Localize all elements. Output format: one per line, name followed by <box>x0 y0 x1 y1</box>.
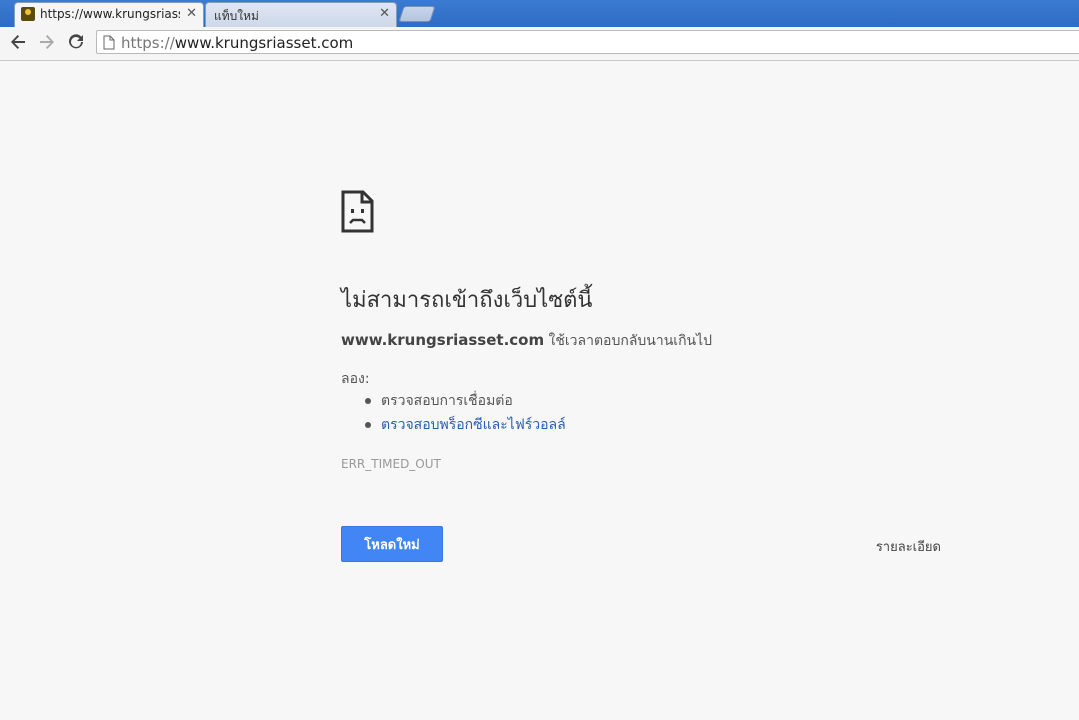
address-bar[interactable]: https://www.krungsriasset.com <box>96 30 1079 54</box>
error-message: ใช้เวลาตอบกลับนานเกินไป <box>544 333 713 349</box>
error-heading: ไม่สามารถเข้าถึงเว็บไซต์นี้ <box>341 288 593 313</box>
suggestion-check-proxy-link[interactable]: ตรวจสอบพร็อกซีและไฟร์วอลล์ <box>361 414 566 438</box>
tab-title: แท็บใหม่ <box>214 9 259 23</box>
tab-new-tab[interactable]: แท็บใหม่ ✕ <box>205 2 397 27</box>
forward-arrow-icon <box>40 35 54 49</box>
try-label: ลอง: <box>341 371 370 387</box>
error-description: www.krungsriasset.com ใช้เวลาตอบกลับนานเ… <box>341 330 712 352</box>
suggestion-list: ตรวจสอบการเชื่อมต่อ ตรวจสอบพร็อกซีและไฟร… <box>361 390 566 438</box>
error-site: www.krungsriasset.com <box>341 331 545 349</box>
tab-krungsriasset[interactable]: https://www.krungsriasset ✕ <box>14 2 204 27</box>
url-scheme: https:// <box>121 34 175 52</box>
reload-nav-button[interactable] <box>65 31 87 53</box>
reload-icon <box>69 34 83 49</box>
tab-close-icon[interactable]: ✕ <box>379 6 390 21</box>
forward-button[interactable] <box>36 31 58 53</box>
error-code: ERR_TIMED_OUT <box>341 457 441 471</box>
details-button[interactable]: รายละเอียด <box>876 536 941 557</box>
page-icon <box>103 35 115 50</box>
suggestion-check-connection: ตรวจสอบการเชื่อมต่อ <box>361 390 566 414</box>
site-favicon-icon <box>21 7 35 21</box>
url-host: www.krungsriasset.com <box>174 34 354 52</box>
reload-button[interactable]: โหลดใหม่ <box>341 526 443 562</box>
url-text[interactable]: https://www.krungsriasset.com <box>121 34 353 52</box>
new-tab-button[interactable] <box>398 6 436 22</box>
tab-title: https://www.krungsriasset <box>40 7 180 21</box>
tab-close-icon[interactable]: ✕ <box>186 6 197 21</box>
browser-toolbar: https://www.krungsriasset.com <box>0 27 1079 61</box>
tab-strip: https://www.krungsriasset ✕ แท็บใหม่ ✕ <box>0 0 1079 27</box>
back-arrow-icon <box>11 35 25 49</box>
back-button[interactable] <box>7 31 29 53</box>
sad-page-icon <box>341 190 374 233</box>
